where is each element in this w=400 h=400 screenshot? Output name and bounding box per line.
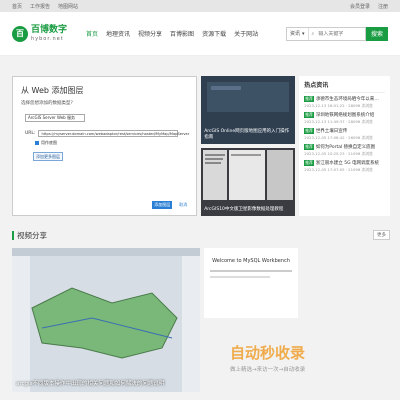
featured-thumb[interactable]: ArcGIS10中文版卫星影像数据处理教程 [201,148,296,216]
top-bar: 首页 工作报告 地图网站 会员登录 注册 [0,0,400,12]
recommend-badge: 推荐 [304,128,314,134]
nav-downloads[interactable]: 资源下载 [202,27,226,40]
nav-video[interactable]: 视频分享 [138,27,162,40]
hot-news-panel: 热点资讯 推荐承德市生态环境局晒今年以来执法成绩单 2023-12-13 16:… [299,76,390,216]
news-meta: 2023-12-13 11:49:37 · 28096 次浏览 [304,119,373,124]
section-title: 视频分享 [17,230,47,240]
chevron-down-icon: ▾ [302,30,305,37]
news-title[interactable]: 深圳地铁网络规划图系统介绍 [316,112,382,118]
more-button[interactable]: 更多 [373,230,390,240]
search-button[interactable]: 搜索 [366,26,388,41]
list-item[interactable]: 推荐 世界土壤日宣传 2023-12-05 17:08:42 · 26096 次浏… [304,128,385,141]
add-layer-button: 添加图层 [152,201,173,209]
thumb-image [201,148,296,216]
site-header: 百 百博数字 hybor.net 首页 地理资讯 视频分享 百博影图 资源下载 … [0,12,400,56]
thumb-caption: ArcGIS10中文版卫星影像数据处理教程 [204,207,284,213]
video-thumbnail [12,248,200,392]
news-title[interactable]: 承德市生态环境局晒今年以来执法成绩单 [316,96,382,102]
top-link-report[interactable]: 工作报告 [30,3,50,10]
news-meta: 2023-12-05 10:25:23 · 21096 次浏览 [304,151,373,156]
service-type-select: ArcGIS Server Web 服务 [25,114,85,122]
checkbox-checked-icon [35,141,39,145]
news-title[interactable]: 浙江丽水建立 5G 电网调度系统 [316,160,382,166]
cancel-button: 取消 [179,202,188,207]
video-card[interactable]: Welcome to MySQL Workbench [204,248,298,318]
hot-news-title: 热点资讯 [304,80,385,93]
top-link-home[interactable]: 首页 [12,3,22,10]
nav-geo-news[interactable]: 地理资讯 [106,27,130,40]
basemap-checkbox: 用作底图 [35,140,174,146]
news-title[interactable]: 如何为Portal 替换自定义底图 [316,144,382,150]
thumb-caption: ArcGIS Online网页版地图应用的入门操作指南 [204,129,290,141]
news-meta: 2023-12-05 17:08:42 · 26096 次浏览 [304,135,373,140]
search-input[interactable] [314,30,355,37]
recommend-badge: 推荐 [304,112,314,118]
nav-about[interactable]: 关于网站 [234,27,258,40]
video-thumbnail [210,270,292,278]
url-label: URL: [25,131,36,136]
news-meta: 2023-12-05 17:07:05 · 21096 次浏览 [304,167,373,172]
url-field: https://myserver.domain.com/webadaptor/r… [38,130,189,137]
recommend-badge: 推荐 [304,144,314,150]
search-category-select[interactable]: 资讯 ▾ [287,27,309,40]
logo-cn: 百博数字 [31,24,68,35]
list-item[interactable]: 推荐承德市生态环境局晒今年以来执法成绩单 2023-12-13 16:01:22… [304,96,385,109]
news-meta: 2023-12-13 16:01:22 · 28096 次浏览 [304,103,373,108]
dialog-title: 从 Web 添加图层 [21,86,84,95]
login-link[interactable]: 会员登录 [350,3,370,10]
nav-images[interactable]: 百博影图 [170,27,194,40]
dialog-subtitle: 选择您想添加的数据类型? [21,101,73,106]
featured-thumb[interactable]: ArcGIS Online网页版地图应用的入门操作指南 [201,76,296,144]
watermark: 自动秒收录 做上精选→来访一次→自动收录 [230,342,380,373]
featured-slide[interactable]: 从 Web 添加图层 选择您想添加的数据类型? ArcGIS Server We… [12,76,198,216]
watermark-sub: 做上精选→来访一次→自动收录 [230,367,306,373]
top-link-maps[interactable]: 地图网站 [58,3,78,10]
recommend-badge: 推荐 [304,160,314,166]
logo-en: hybor.net [31,35,64,42]
recommend-badge: 推荐 [304,96,314,102]
video-caption: arcgis不同版本操作中出现的相关问题和如何解决的问题说明 [16,380,165,387]
list-item[interactable]: 推荐 如何为Portal 替换自定义底图 2023-12-05 10:25:23 … [304,144,385,157]
main-nav: 首页 地理资讯 视频分享 百博影图 资源下载 关于网站 [86,27,258,40]
featured-thumbs: ArcGIS Online网页版地图应用的入门操作指南 ArcGIS10中文版卫… [201,76,296,216]
section-marker [12,230,14,240]
video-card-main[interactable]: arcgis不同版本操作中出现的相关问题和如何解决的问题说明 [12,248,200,392]
logo-icon: 百 [12,25,28,42]
watermark-main: 自动秒收录 [230,344,306,362]
register-link[interactable]: 注册 [378,3,388,10]
video-section-header: 视频分享 更多 [12,228,390,242]
news-title[interactable]: 世界土壤日宣传 [316,128,382,134]
video-card-title: Welcome to MySQL Workbench [212,258,290,264]
site-logo[interactable]: 百 百博数字 hybor.net [12,24,80,42]
list-item[interactable]: 推荐 浙江丽水建立 5G 电网调度系统 2023-12-05 17:07:05 ·… [304,160,385,173]
add-more-layers-button: 添加更多图层 [33,152,63,161]
search-bar: 资讯▾ ⌕ 搜索 [286,26,388,41]
featured-row: 从 Web 添加图层 选择您想添加的数据类型? ArcGIS Server We… [12,76,390,216]
nav-home[interactable]: 首页 [86,27,98,40]
list-item[interactable]: 推荐 深圳地铁网络规划图系统介绍 2023-12-13 11:49:37 · 28… [304,112,385,125]
